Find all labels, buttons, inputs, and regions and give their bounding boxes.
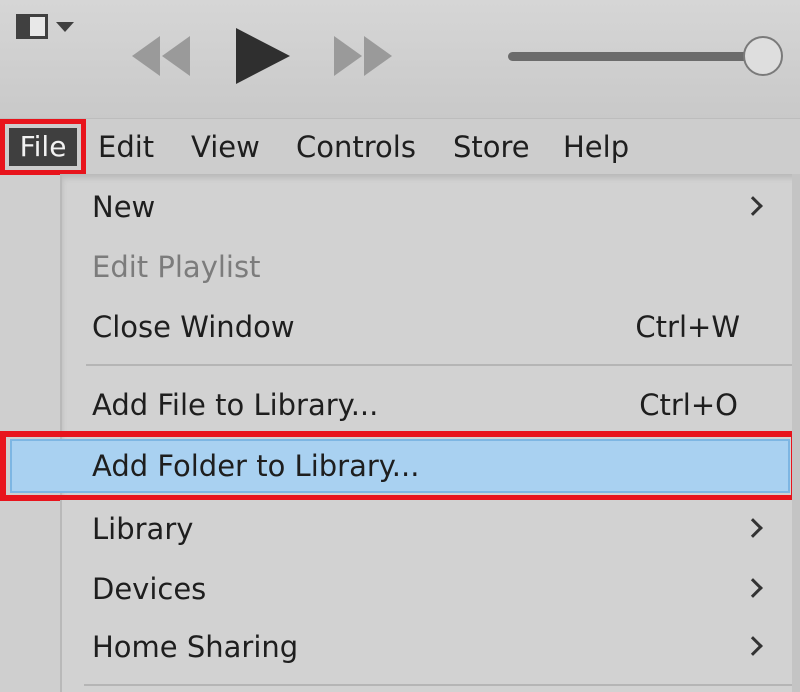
chevron-right-icon bbox=[743, 518, 763, 538]
menu-separator bbox=[86, 364, 796, 366]
play-icon[interactable] bbox=[232, 28, 294, 84]
menu-item-label: Close Window bbox=[92, 310, 295, 344]
menu-controls[interactable]: Controls bbox=[296, 129, 416, 165]
menu-store[interactable]: Store bbox=[453, 129, 530, 165]
menu-item-label: New bbox=[92, 190, 156, 224]
shortcut-label: Ctrl+O bbox=[639, 388, 738, 422]
menu-item-close-window[interactable]: Close Window Ctrl+W bbox=[62, 300, 800, 356]
menu-item-edit-playlist: Edit Playlist bbox=[62, 240, 800, 296]
volume-track[interactable] bbox=[508, 52, 758, 61]
menu-item-library[interactable]: Library bbox=[62, 502, 800, 558]
menu-view[interactable]: View bbox=[191, 129, 260, 165]
menu-item-devices[interactable]: Devices bbox=[62, 562, 800, 618]
chevron-right-icon bbox=[743, 196, 763, 216]
chevron-down-icon bbox=[56, 22, 74, 32]
menu-separator bbox=[84, 684, 794, 686]
chevron-right-icon bbox=[743, 636, 763, 656]
sidebar-toggle-icon[interactable] bbox=[16, 14, 76, 42]
highlight-annotation-box bbox=[0, 431, 797, 501]
menu-file-label: File bbox=[9, 128, 77, 166]
volume-slider[interactable] bbox=[508, 30, 788, 82]
player-toolbar bbox=[0, 0, 800, 118]
menu-item-label: Add File to Library... bbox=[92, 388, 379, 422]
menu-item-label: Home Sharing bbox=[92, 630, 299, 664]
volume-thumb[interactable] bbox=[743, 36, 783, 76]
menu-item-add-file[interactable]: Add File to Library... Ctrl+O bbox=[62, 378, 800, 434]
menu-edit[interactable]: Edit bbox=[98, 129, 154, 165]
menu-item-label: Library bbox=[92, 512, 194, 546]
chevron-right-icon bbox=[743, 578, 763, 598]
menu-help[interactable]: Help bbox=[563, 129, 629, 165]
menu-bar: File Edit View Controls Store Help bbox=[0, 118, 800, 175]
window-edge bbox=[792, 174, 800, 692]
menu-item-new[interactable]: New bbox=[62, 180, 800, 236]
file-menu-dropdown-lower: Library Devices Home Sharing bbox=[60, 500, 800, 692]
menu-item-label: Devices bbox=[92, 572, 207, 606]
fast-forward-icon[interactable] bbox=[330, 28, 400, 84]
rewind-icon[interactable] bbox=[126, 28, 194, 84]
menu-item-home-sharing[interactable]: Home Sharing bbox=[62, 620, 800, 676]
menu-file[interactable]: File bbox=[0, 119, 86, 175]
menu-item-label: Edit Playlist bbox=[92, 250, 261, 284]
shortcut-label: Ctrl+W bbox=[635, 310, 740, 344]
